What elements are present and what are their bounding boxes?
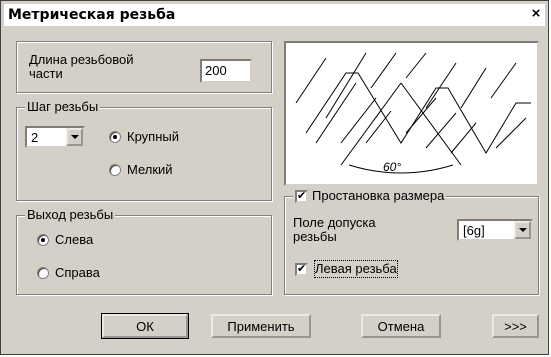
radio-right-label[interactable]: Справа: [55, 265, 100, 281]
radio-left-label[interactable]: Слева: [55, 232, 93, 248]
length-input[interactable]: 200: [200, 59, 252, 83]
title-bar[interactable]: Метрическая резьба ×: [4, 4, 545, 26]
chevron-down-icon[interactable]: [514, 221, 531, 239]
length-label-line2: части: [29, 66, 63, 81]
thread-dialog: Метрическая резьба × Длина резьбовой час…: [0, 0, 549, 355]
radio-left[interactable]: [37, 234, 49, 246]
dimension-checkbox[interactable]: ✔: [295, 190, 308, 204]
length-panel: Длина резьбовой части 200: [16, 41, 272, 93]
tolerance-select-value: [6g]: [463, 223, 485, 238]
tolerance-label-line2: резьбы: [293, 229, 337, 244]
window-title: Метрическая резьба: [8, 7, 176, 23]
exit-panel: Выход резьбы Слева Справа: [16, 207, 272, 295]
pitch-select-value: 2: [31, 130, 39, 145]
radio-right[interactable]: [37, 267, 49, 279]
close-icon[interactable]: ×: [527, 6, 545, 23]
cancel-button[interactable]: Отмена: [361, 314, 441, 338]
dimension-legend: ✔ Простановка размера: [293, 188, 447, 204]
dimension-checkbox-label[interactable]: Простановка размера: [312, 188, 444, 203]
left-thread-label[interactable]: Левая резьба: [314, 260, 398, 278]
radio-fine-label[interactable]: Мелкий: [127, 162, 173, 178]
angle-label: 60°: [383, 160, 402, 174]
dialog-client: Длина резьбовой части 200 Шаг резьбы 2 К…: [6, 31, 544, 351]
radio-fine[interactable]: [109, 164, 121, 176]
pitch-select[interactable]: 2: [25, 126, 85, 148]
tolerance-select[interactable]: [6g]: [457, 219, 533, 241]
radio-coarse-label[interactable]: Крупный: [127, 129, 179, 145]
apply-button[interactable]: Применить: [211, 314, 311, 338]
dimension-panel: ✔ Простановка размера Поле допуска резьбы…: [284, 188, 539, 295]
pitch-legend: Шаг резьбы: [25, 99, 101, 115]
more-button[interactable]: >>>: [492, 314, 539, 338]
thread-diagram: 60°: [284, 41, 539, 186]
radio-coarse[interactable]: [109, 131, 121, 143]
ok-button[interactable]: ОК: [101, 313, 189, 339]
exit-legend: Выход резьбы: [25, 207, 116, 223]
thread-profile-drawing: [295, 52, 531, 174]
pitch-panel: Шаг резьбы 2 Крупный Мелкий: [16, 99, 272, 201]
left-thread-checkbox[interactable]: ✔: [295, 263, 308, 276]
chevron-down-icon[interactable]: [66, 128, 83, 146]
